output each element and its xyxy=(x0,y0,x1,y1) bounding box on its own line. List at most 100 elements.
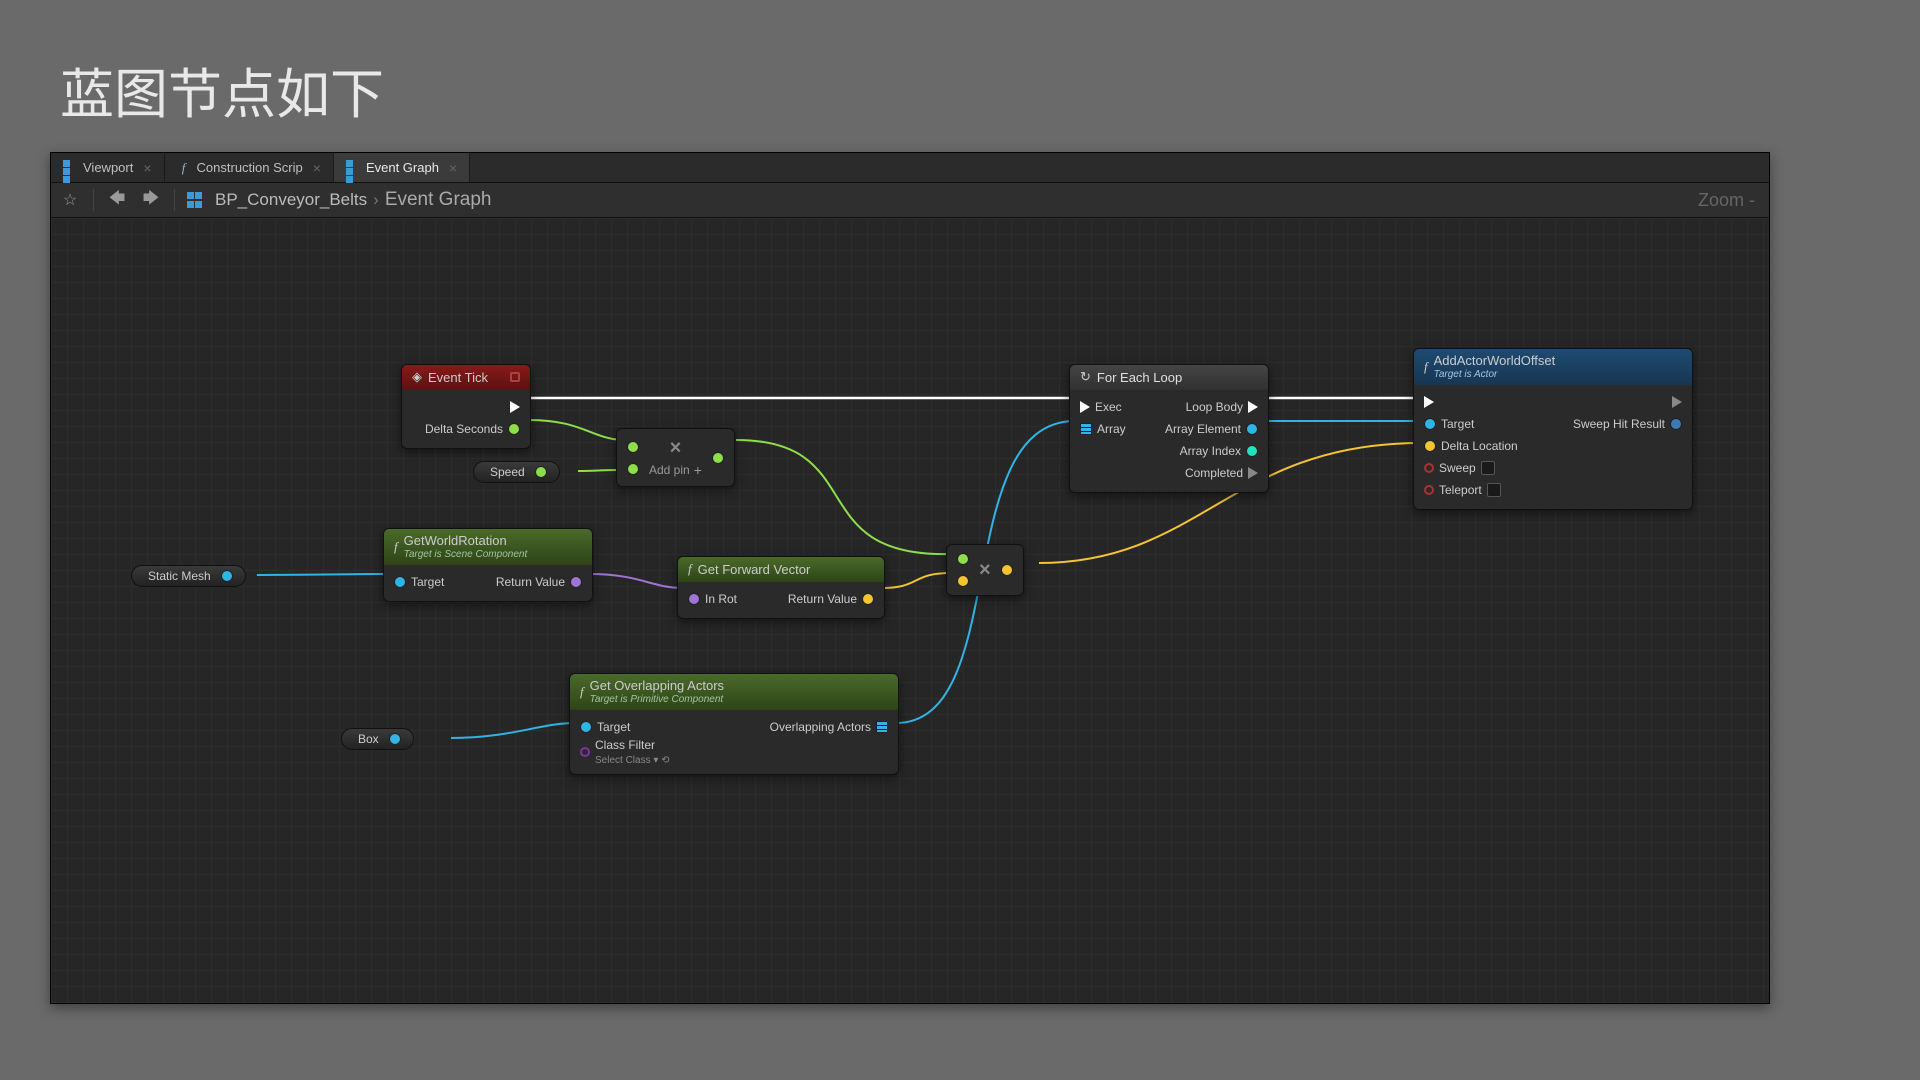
close-icon[interactable]: × xyxy=(313,160,321,176)
array-element-pin[interactable]: Array Element xyxy=(1165,422,1258,436)
node-get-world-rotation[interactable]: f GetWorldRotation Target is Scene Compo… xyxy=(383,528,593,602)
divider xyxy=(93,189,94,211)
tab-event-graph[interactable]: Event Graph × xyxy=(334,153,470,182)
overlapping-actors-pin[interactable]: Overlapping Actors xyxy=(770,720,888,734)
node-header: f Get Forward Vector xyxy=(678,557,884,582)
close-icon[interactable]: × xyxy=(449,160,457,176)
node-for-each-loop[interactable]: ↻ For Each Loop Exec Loop Body Array Arr… xyxy=(1069,364,1269,493)
sweep-pin[interactable]: Sweep xyxy=(1424,461,1495,475)
viewport-icon xyxy=(63,161,77,175)
return-value-pin[interactable]: Return Value xyxy=(788,592,874,606)
tab-label: Construction Scrip xyxy=(197,160,303,175)
target-pin[interactable]: Target xyxy=(1424,417,1474,431)
tab-bar: Viewport × f Construction Scrip × Event … xyxy=(51,153,1769,183)
chip-label: Box xyxy=(358,732,379,746)
class-filter-pin[interactable]: Class Filter Select Class ▾ ⟲ xyxy=(580,738,670,766)
zoom-indicator: Zoom - xyxy=(1698,190,1755,211)
tab-label: Viewport xyxy=(83,160,133,175)
back-icon[interactable]: 🡄 xyxy=(106,189,128,211)
exec-in-pin[interactable] xyxy=(1424,396,1434,408)
chevron-right-icon: › xyxy=(373,190,379,210)
tab-label: Event Graph xyxy=(366,160,439,175)
function-icon: f xyxy=(394,539,398,555)
in-rot-pin[interactable]: In Rot xyxy=(688,592,737,606)
node-header: ◈ Event Tick xyxy=(402,365,530,390)
delta-seconds-pin[interactable]: Delta Seconds xyxy=(425,422,520,436)
box-out-pin[interactable] xyxy=(389,733,401,745)
node-title: Event Tick xyxy=(428,370,488,385)
breakpoint-icon[interactable] xyxy=(510,372,520,382)
target-pin[interactable]: Target xyxy=(394,575,444,589)
chip-label: Static Mesh xyxy=(148,569,211,583)
node-title: Get Overlapping Actors xyxy=(590,678,724,693)
function-icon: f xyxy=(580,684,584,700)
node-subtitle: Target is Primitive Component xyxy=(590,694,724,705)
exec-out-pin[interactable] xyxy=(1672,396,1682,408)
loop-body-pin[interactable]: Loop Body xyxy=(1186,400,1258,414)
node-multiply-1[interactable]: × Add pin+ xyxy=(616,428,735,487)
exec-out-pin[interactable] xyxy=(510,401,520,413)
multiply-icon: × xyxy=(670,437,682,460)
add-pin-button[interactable]: Add pin+ xyxy=(649,462,702,478)
function-icon: f xyxy=(1424,359,1428,375)
blueprint-icon xyxy=(187,192,203,208)
teleport-checkbox[interactable] xyxy=(1487,483,1501,497)
node-add-actor-world-offset[interactable]: f AddActorWorldOffset Target is Actor Ta… xyxy=(1413,348,1693,510)
mul2-in-a-pin[interactable] xyxy=(957,553,969,565)
mul-in-a-pin[interactable] xyxy=(627,441,639,453)
node-title: For Each Loop xyxy=(1097,370,1182,385)
divider xyxy=(174,189,175,211)
node-get-overlapping-actors[interactable]: f Get Overlapping Actors Target is Primi… xyxy=(569,673,899,775)
node-title: Get Forward Vector xyxy=(698,562,811,577)
return-value-pin[interactable]: Return Value xyxy=(496,575,582,589)
mul2-in-b-pin[interactable] xyxy=(957,575,969,587)
chip-label: Speed xyxy=(490,465,525,479)
array-in-pin[interactable]: Array xyxy=(1080,422,1126,436)
close-icon[interactable]: × xyxy=(143,160,151,176)
mul2-out-pin[interactable] xyxy=(1001,564,1013,576)
node-get-forward-vector[interactable]: f Get Forward Vector In Rot Return Value xyxy=(677,556,885,619)
node-subtitle: Target is Scene Component xyxy=(404,549,528,560)
node-multiply-2[interactable]: × xyxy=(946,544,1024,596)
graph-canvas[interactable]: ◈ Event Tick Delta Seconds Speed × Add p… xyxy=(51,218,1769,1003)
node-title: GetWorldRotation xyxy=(404,533,507,548)
node-subtitle: Target is Actor xyxy=(1434,369,1556,380)
sweep-checkbox[interactable] xyxy=(1481,461,1495,475)
loop-icon: ↻ xyxy=(1080,369,1091,385)
wire-layer xyxy=(51,218,1769,1003)
exec-in-pin[interactable]: Exec xyxy=(1080,400,1122,414)
toolbar: ☆ 🡄 🡆 BP_Conveyor_Belts › Event Graph Zo… xyxy=(51,183,1769,218)
node-event-tick[interactable]: ◈ Event Tick Delta Seconds xyxy=(401,364,531,449)
forward-icon[interactable]: 🡆 xyxy=(140,189,162,211)
speed-out-pin[interactable] xyxy=(535,466,547,478)
mul-in-b-pin[interactable] xyxy=(627,463,639,475)
select-class-dropdown[interactable]: Select Class ▾ ⟲ xyxy=(595,755,670,766)
tab-viewport[interactable]: Viewport × xyxy=(51,153,165,182)
breadcrumb[interactable]: BP_Conveyor_Belts › Event Graph xyxy=(215,189,491,211)
variable-chip-box[interactable]: Box xyxy=(341,728,414,750)
variable-chip-speed[interactable]: Speed xyxy=(473,461,560,483)
static-mesh-out-pin[interactable] xyxy=(221,570,233,582)
favorite-icon[interactable]: ☆ xyxy=(59,189,81,211)
event-icon: ◈ xyxy=(412,369,422,385)
completed-pin[interactable]: Completed xyxy=(1185,466,1258,480)
array-index-pin[interactable]: Array Index xyxy=(1180,444,1258,458)
function-icon: f xyxy=(177,161,191,175)
sweep-hit-result-pin[interactable]: Sweep Hit Result xyxy=(1573,417,1682,431)
target-pin[interactable]: Target xyxy=(580,720,630,734)
delta-location-pin[interactable]: Delta Location xyxy=(1424,439,1518,453)
mul-out-pin[interactable] xyxy=(712,452,724,464)
variable-chip-static-mesh[interactable]: Static Mesh xyxy=(131,565,246,587)
plus-icon: + xyxy=(694,462,702,478)
node-header: f AddActorWorldOffset Target is Actor xyxy=(1414,349,1692,385)
breadcrumb-blueprint[interactable]: BP_Conveyor_Belts xyxy=(215,190,367,210)
function-icon: f xyxy=(688,561,692,577)
node-header: ↻ For Each Loop xyxy=(1070,365,1268,390)
multiply-icon: × xyxy=(979,559,991,582)
blueprint-editor: Viewport × f Construction Scrip × Event … xyxy=(50,152,1770,1004)
tab-construction-script[interactable]: f Construction Scrip × xyxy=(165,153,334,182)
page-title: 蓝图节点如下 xyxy=(60,50,384,129)
node-title: AddActorWorldOffset xyxy=(1434,353,1556,368)
breadcrumb-graph[interactable]: Event Graph xyxy=(385,189,492,211)
teleport-pin[interactable]: Teleport xyxy=(1424,483,1501,497)
